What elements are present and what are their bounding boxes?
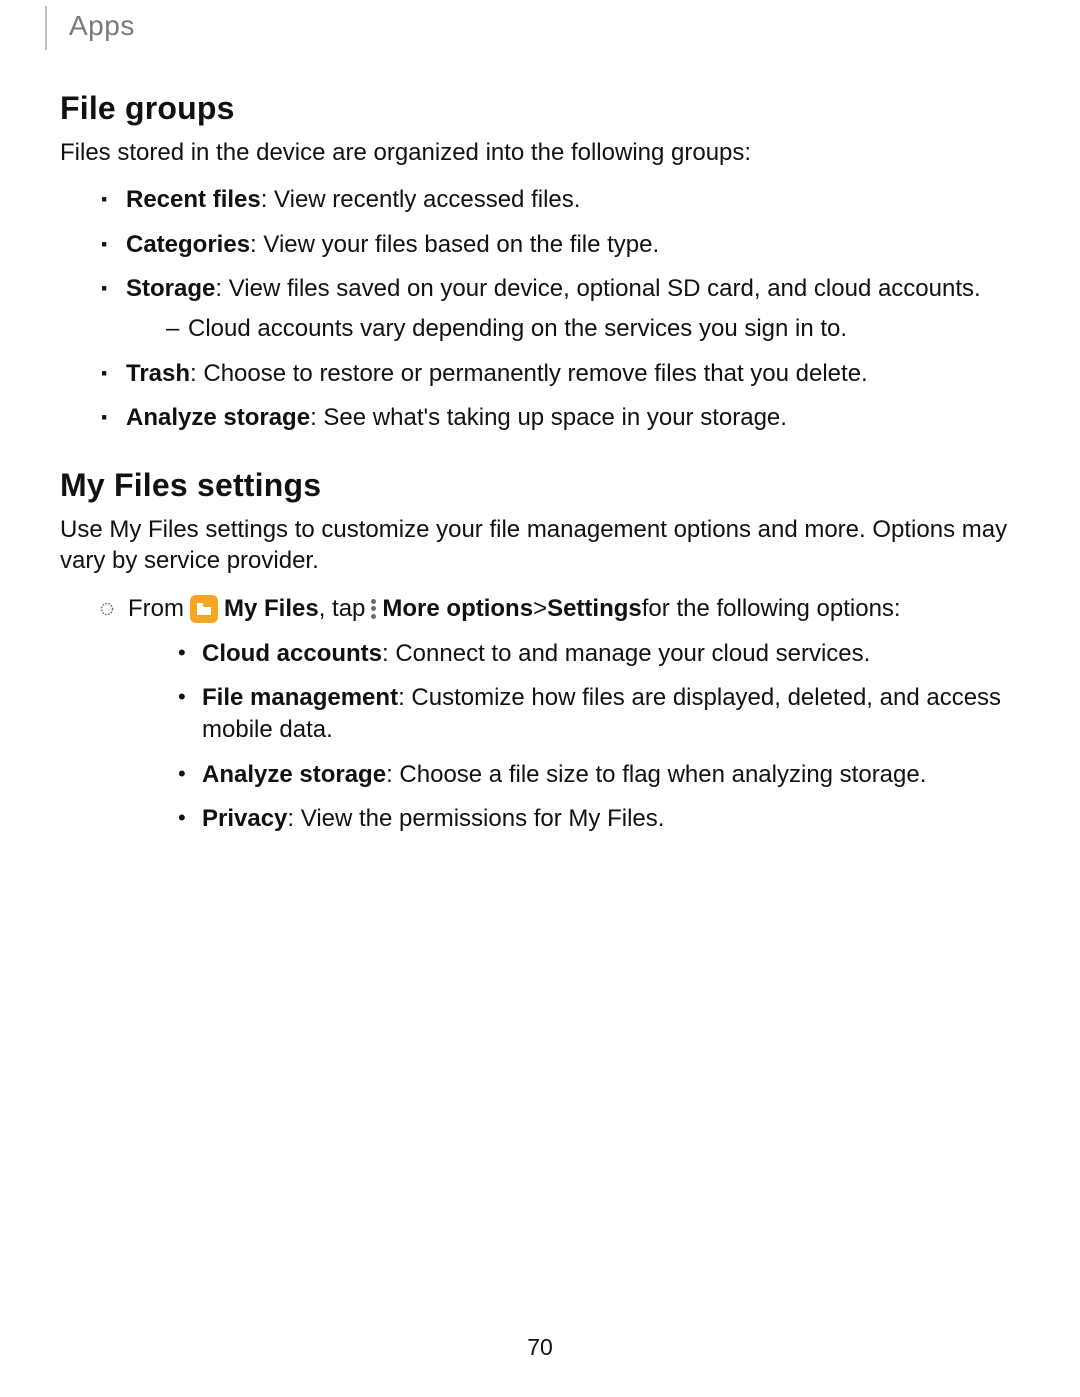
settings-options-list: Cloud accounts: Connect to and manage yo… <box>100 638 1020 836</box>
desc: : See what's taking up space in your sto… <box>310 404 787 431</box>
instruction-app: My Files <box>224 592 319 626</box>
list-item: Cloud accounts: Connect to and manage yo… <box>178 638 1020 670</box>
instruction-more: More options <box>382 592 533 626</box>
file-groups-list: Recent files: View recently accessed fil… <box>60 184 1020 434</box>
page-number: 70 <box>0 1334 1080 1361</box>
term: Analyze storage <box>126 404 310 431</box>
instruction-mid1: , tap <box>319 592 366 626</box>
instruction-settings: Settings <box>547 592 642 626</box>
term: File management <box>202 684 398 711</box>
term: Recent files <box>126 186 261 213</box>
desc: : Connect to and manage your cloud servi… <box>382 640 870 667</box>
term: Trash <box>126 360 190 387</box>
heading-file-groups: File groups <box>60 90 1020 127</box>
list-item: Analyze storage: Choose a file size to f… <box>178 759 1020 791</box>
circle-bullet-icon <box>100 602 114 616</box>
folder-icon <box>190 595 218 623</box>
list-item: Recent files: View recently accessed fil… <box>100 184 1020 216</box>
file-groups-intro: Files stored in the device are organized… <box>60 137 1020 168</box>
my-files-settings-intro: Use My Files settings to customize your … <box>60 514 1020 576</box>
document-page: Apps File groups Files stored in the dev… <box>0 0 1080 1397</box>
term: Storage <box>126 275 215 302</box>
instruction-post: for the following options: <box>642 592 901 626</box>
desc: : View the permissions for My Files. <box>287 805 664 832</box>
sub-list: Cloud accounts vary depending on the ser… <box>126 313 1020 345</box>
list-item: Privacy: View the permissions for My Fil… <box>178 803 1020 835</box>
breadcrumb: Apps <box>45 6 135 50</box>
list-item: Categories: View your files based on the… <box>100 229 1020 261</box>
breadcrumb-wrap: Apps <box>60 0 1020 50</box>
list-item: File management: Customize how files are… <box>178 682 1020 747</box>
term: Privacy <box>202 805 287 832</box>
instruction-line: From My Files, tap More options > Settin… <box>100 592 1020 626</box>
term: Analyze storage <box>202 761 386 788</box>
sub-list-item: Cloud accounts vary depending on the ser… <box>166 313 1020 345</box>
term: Categories <box>126 231 250 258</box>
instruction-sep: > <box>533 592 547 626</box>
desc: : View files saved on your device, optio… <box>215 275 980 302</box>
desc: : Choose a file size to flag when analyz… <box>386 761 926 788</box>
desc: : View recently accessed files. <box>261 186 581 213</box>
more-options-icon <box>371 599 376 619</box>
list-item: Storage: View files saved on your device… <box>100 273 1020 346</box>
heading-my-files-settings: My Files settings <box>60 467 1020 504</box>
list-item: Trash: Choose to restore or permanently … <box>100 358 1020 390</box>
instruction-block: From My Files, tap More options > Settin… <box>60 592 1020 836</box>
desc: : Choose to restore or permanently remov… <box>190 360 868 387</box>
desc: : View your files based on the file type… <box>250 231 659 258</box>
term: Cloud accounts <box>202 640 382 667</box>
list-item: Analyze storage: See what's taking up sp… <box>100 402 1020 434</box>
instruction-pre: From <box>128 592 184 626</box>
